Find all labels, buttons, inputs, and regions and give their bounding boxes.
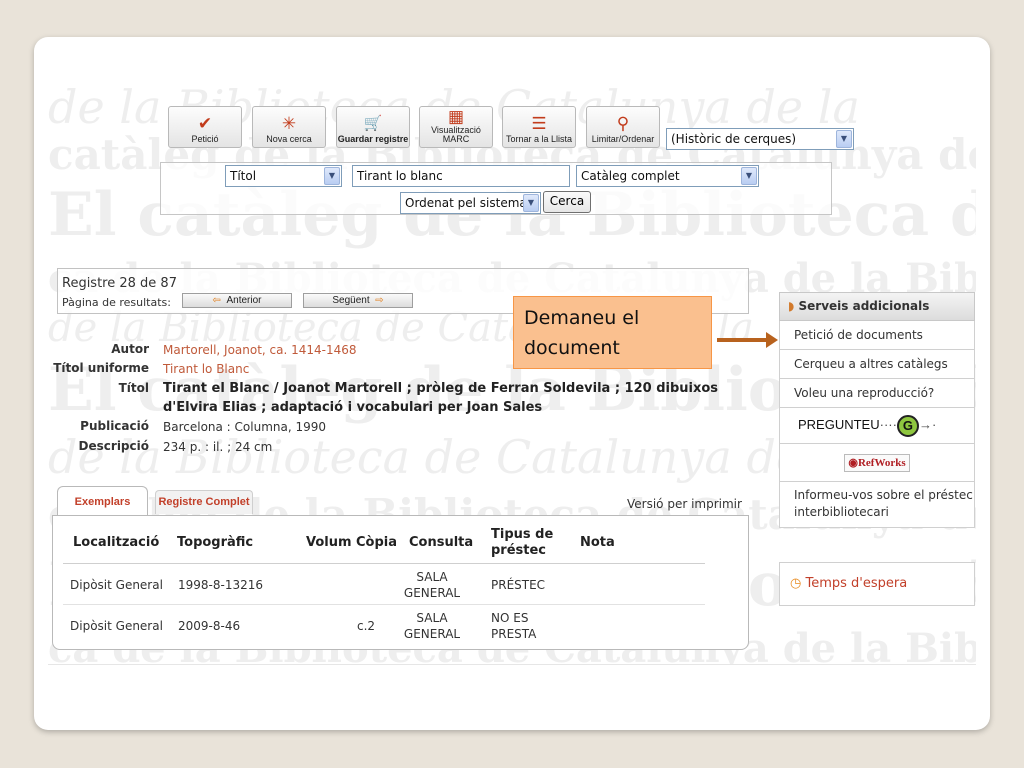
limitar-ordenar-button[interactable]: ⚲ Limitar/Ordenar — [586, 106, 660, 148]
visualitzacio-marc-button[interactable]: ▦ Visualització MARC — [419, 106, 493, 148]
cerca-button[interactable]: Cerca — [543, 191, 591, 213]
title-label: Títol — [118, 381, 149, 395]
catalog-select[interactable]: Catàleg complet ▼ — [576, 165, 759, 187]
chevron-down-icon: ▼ — [836, 130, 852, 148]
nova-cerca-button[interactable]: ✳ Nova cerca — [252, 106, 326, 148]
checkmark-icon: ✔ — [197, 114, 213, 133]
arrow-right-icon: ⇨ — [375, 295, 384, 306]
table-cell-location: Dipòsit General — [70, 578, 163, 592]
description-value: 234 p. : il. ; 24 cm — [163, 440, 273, 454]
sort-select[interactable]: Ordenat pel sistema ▼ — [400, 192, 541, 214]
callout-arrow-head — [766, 332, 778, 348]
search-field-select[interactable]: Títol ▼ — [225, 165, 342, 187]
column-header: Localització — [73, 535, 160, 550]
chevron-down-icon: ▼ — [523, 194, 539, 212]
chevron-down-icon: ▼ — [324, 167, 340, 185]
tornar-llista-button[interactable]: ☰ Tornar a la Llista — [502, 106, 576, 148]
peticio-documents-link[interactable]: Petició de documents — [779, 321, 975, 350]
author-label: Autor — [111, 342, 149, 356]
interlibrary-loan-link[interactable]: Informeu-vos sobre el préstec interbibli… — [779, 482, 975, 528]
refworks-link[interactable]: ◉RefWorks — [779, 444, 975, 482]
magnifier-icon: ⚲ — [616, 114, 630, 133]
table-cell-loan-type: PRÉSTEC — [491, 578, 546, 592]
table-cell-loan-type: NO ES PRESTA — [491, 611, 537, 641]
chevron-down-icon: ▼ — [741, 167, 757, 185]
column-header: Tipus de préstec — [491, 527, 554, 558]
pregunteu-logo-icon: G — [896, 414, 919, 437]
table-cell-copy: c.2 — [357, 619, 376, 633]
column-header: Consulta — [409, 535, 474, 550]
publication-value: Barcelona : Columna, 1990 — [163, 420, 327, 434]
uniform-title-link[interactable]: Tirant lo Blanc — [163, 362, 249, 376]
column-header: Topogràfic — [177, 535, 254, 550]
additional-services-header: ◗ Serveis addicionals — [779, 292, 975, 321]
peticio-button[interactable]: ✔ Petició — [168, 106, 242, 148]
table-cell-consult: SALA GENERAL — [403, 611, 461, 641]
table-cell-consult: SALA GENERAL — [403, 570, 461, 600]
results-page-label: Pàgina de resultats: — [62, 296, 171, 309]
search-history-select[interactable]: (Històric de cerques) ▼ — [666, 128, 854, 150]
cart-icon: 🛒 — [363, 115, 383, 132]
guardar-registre-button[interactable]: 🛒 Guardar registre — [336, 106, 410, 148]
search-input[interactable]: Tirant lo blanc — [352, 165, 570, 187]
author-link[interactable]: Martorell, Joanot, ca. 1414-1468 — [163, 343, 357, 357]
callout-box: Demaneu el document — [513, 296, 712, 369]
uniform-title-label: Títol uniforme — [53, 361, 149, 375]
arrow-left-icon: ⇦ — [212, 295, 221, 306]
column-header: Còpia — [356, 535, 398, 550]
table-divider — [63, 563, 705, 564]
callout-arrow-line — [717, 338, 769, 342]
tab-registre-complet[interactable]: Registre Complet — [155, 490, 253, 514]
additional-services-panel: ◗ Serveis addicionals Petició de documen… — [779, 292, 975, 528]
other-catalogs-link[interactable]: Cerqueu a altres catàlegs — [779, 350, 975, 379]
description-label: Descripció — [78, 439, 149, 453]
clock-icon: ◷ — [790, 576, 802, 591]
table-divider — [63, 604, 705, 605]
pregunteu-link[interactable]: PREGUNTEU···· G →· — [779, 408, 975, 444]
table-cell-call-number: 1998-8-13216 — [178, 578, 264, 592]
previous-button[interactable]: ⇦ Anterior — [182, 293, 292, 308]
list-icon: ☰ — [531, 114, 547, 133]
print-version-link[interactable]: Versió per imprimir — [627, 497, 742, 511]
reproduction-link[interactable]: Voleu una reproducció? — [779, 379, 975, 408]
column-header: Volum — [306, 535, 352, 550]
title-value-continued: d'Elvira Elias ; adaptació i vocabulari … — [163, 400, 543, 415]
services-icon: ◗ — [788, 299, 795, 313]
sparkle-icon: ✳ — [281, 114, 297, 133]
table-cell-call-number: 2009-8-46 — [178, 619, 241, 633]
publication-label: Publicació — [80, 419, 149, 433]
watermark-text: de la Biblioteca de Catalunya de la — [48, 430, 860, 484]
wait-time-link[interactable]: ◷ Temps d'espera — [779, 562, 975, 606]
record-counter: Registre 28 de 87 — [62, 276, 177, 291]
column-header: Nota — [580, 535, 615, 550]
table-cell-location: Dipòsit General — [70, 619, 163, 633]
tab-exemplars[interactable]: Exemplars — [57, 486, 148, 516]
next-button[interactable]: Següent ⇨ — [303, 293, 413, 308]
grid-icon: ▦ — [447, 107, 465, 126]
title-value: Tirant el Blanc / Joanot Martorell ; prò… — [163, 381, 719, 396]
refworks-logo-icon: ◉RefWorks — [844, 454, 910, 472]
